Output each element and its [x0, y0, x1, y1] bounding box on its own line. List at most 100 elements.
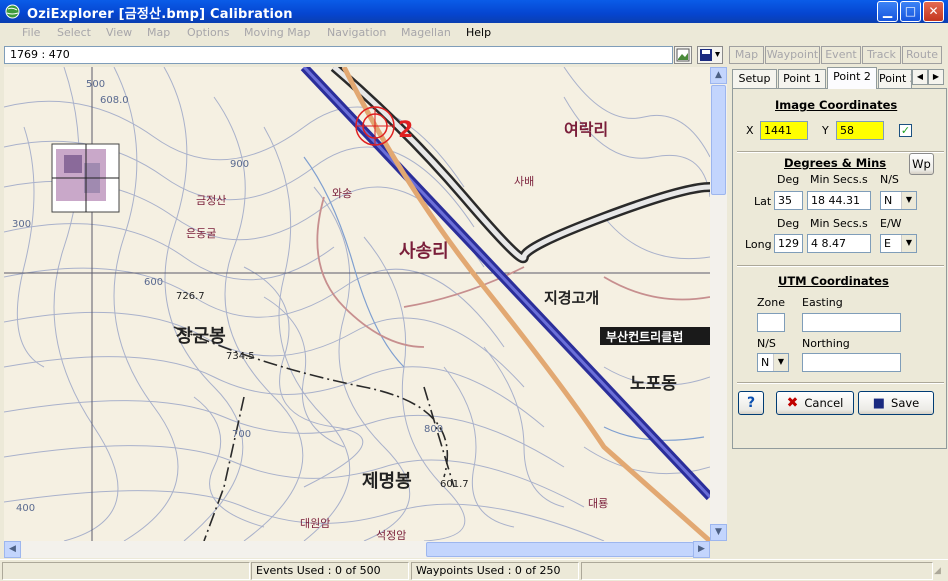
image-y-field[interactable]: 58	[836, 121, 884, 140]
resize-grip-icon[interactable]: ◢	[934, 566, 946, 578]
utm-ns-value: N	[761, 356, 770, 369]
calibration-panel: Setup Point 1 Point 2 Point 3 ◀ ▶ Image …	[730, 67, 948, 558]
map-label-busan-cc: 부산컨트리클럽	[606, 329, 683, 344]
app-globe-icon	[5, 4, 20, 19]
separator	[737, 265, 944, 267]
x-label: X	[746, 124, 754, 137]
map-label-nopodong: 노포동	[630, 374, 677, 394]
cancel-x-icon: ✖	[786, 395, 799, 411]
minimize-button[interactable]: ▁	[877, 1, 898, 22]
menu-select[interactable]: Select	[57, 26, 91, 39]
scroll-right-icon[interactable]: ▶	[693, 541, 710, 558]
elev-label: 601.7	[440, 479, 469, 490]
magnifier-preview	[51, 143, 120, 213]
status-panel-blank	[2, 562, 250, 580]
nav-map-button[interactable]: Map	[729, 46, 764, 64]
long-min-field[interactable]: 4 8.47	[807, 234, 871, 253]
title-bar[interactable]: OziExplorer [금정산.bmp] Calibration ▁ □ ✕	[0, 0, 948, 23]
elev-label: 726.7	[176, 291, 205, 302]
horizontal-scroll-thumb[interactable]	[426, 542, 694, 557]
menu-navigation[interactable]: Navigation	[327, 26, 386, 39]
menu-view[interactable]: View	[106, 26, 132, 39]
deg-mins-heading: Degrees & Mins	[784, 156, 887, 170]
menu-file[interactable]: File	[22, 26, 40, 39]
map-label-eundonggul: 은동굴	[186, 227, 216, 240]
utm-zone-field[interactable]	[757, 313, 785, 332]
status-events: Events Used : 0 of 500	[251, 562, 409, 580]
scroll-down-icon[interactable]: ▼	[710, 524, 727, 541]
cancel-label: Cancel	[804, 396, 844, 410]
window-title: OziExplorer [금정산.bmp] Calibration	[27, 7, 293, 22]
point-number-label: 2	[398, 118, 413, 143]
menu-help[interactable]: Help	[466, 26, 491, 39]
separator	[737, 382, 944, 384]
elev-label: 734.5	[226, 351, 255, 362]
scroll-left-icon[interactable]: ◀	[4, 541, 21, 558]
y-label: Y	[822, 124, 829, 137]
picture-icon	[676, 48, 690, 62]
nav-track-button[interactable]: Track	[862, 46, 901, 64]
tab-point-2[interactable]: Point 2	[827, 67, 877, 89]
menu-bar: File Select View Map Options Moving Map …	[0, 23, 948, 44]
map-vertical-scrollbar[interactable]: ▲ ▼	[710, 67, 727, 541]
waypoint-button[interactable]: Wp	[909, 153, 934, 175]
help-button[interactable]: ?	[738, 391, 764, 415]
close-button[interactable]: ✕	[923, 1, 944, 22]
map-label-sabae: 사배	[514, 175, 534, 188]
map-horizontal-scrollbar[interactable]: ◀ ▶	[4, 541, 710, 558]
utm-northing-field[interactable]	[802, 353, 901, 372]
menu-map[interactable]: Map	[147, 26, 170, 39]
menu-options[interactable]: Options	[187, 26, 229, 39]
tab-point-3[interactable]: Point 3	[878, 69, 912, 88]
cursor-coordinates: 1769 : 470	[4, 46, 673, 64]
cancel-button[interactable]: ✖ Cancel	[776, 391, 854, 415]
status-panel-blank	[581, 562, 933, 580]
save-button[interactable]: ■ Save	[858, 391, 934, 415]
ns-column-label: N/S	[880, 173, 899, 186]
oziexplorer-window: OziExplorer [금정산.bmp] Calibration ▁ □ ✕ …	[0, 0, 948, 581]
maximize-button[interactable]: □	[900, 1, 921, 22]
tab-scroll-right-icon[interactable]: ▶	[928, 69, 944, 85]
floppy-disk-icon	[700, 49, 720, 61]
scroll-up-icon[interactable]: ▲	[710, 67, 727, 84]
elev-label: 400	[16, 503, 35, 514]
tab-scroll-left-icon[interactable]: ◀	[912, 69, 928, 85]
long-deg-field[interactable]: 129	[774, 234, 803, 253]
vertical-scroll-thumb[interactable]	[711, 85, 726, 195]
deg-column-label: Deg	[777, 173, 800, 186]
elev-label: 900	[230, 159, 249, 170]
minimize-icon: ▁	[882, 4, 893, 18]
map-image-button[interactable]	[674, 46, 692, 64]
point-2-page: Image Coordinates X 1441 Y 58 ✓ Degrees …	[732, 88, 947, 449]
map-label-geumjeongsa: 금정산	[196, 194, 226, 207]
nav-event-button[interactable]: Event	[821, 46, 861, 64]
map-label-wasong: 와송	[332, 187, 352, 200]
tab-point-1[interactable]: Point 1	[778, 69, 826, 88]
lat-deg-field[interactable]: 35	[774, 191, 803, 210]
dropdown-arrow-icon: ▼	[773, 354, 788, 371]
status-waypoints: Waypoints Used : 0 of 250	[411, 562, 579, 580]
lat-min-field[interactable]: 18 44.31	[807, 191, 871, 210]
nav-waypoint-button[interactable]: Waypoint	[765, 46, 820, 64]
tab-setup[interactable]: Setup	[732, 69, 777, 88]
utm-ns-label: N/S	[757, 337, 776, 350]
menu-moving-map[interactable]: Moving Map	[244, 26, 310, 39]
checkmark-icon: ✓	[900, 124, 911, 137]
image-point-checkbox[interactable]: ✓	[899, 124, 912, 137]
menu-magellan[interactable]: Magellan	[401, 26, 451, 39]
save-label: Save	[891, 396, 920, 410]
utm-easting-field[interactable]	[802, 313, 901, 332]
utm-ns-select[interactable]: N ▼	[757, 353, 789, 372]
save-down-button[interactable]	[697, 46, 723, 64]
map-label-daewonam: 대원암	[300, 517, 330, 530]
tool-row: 1769 : 470 Map Waypoint Event Track Rout…	[0, 44, 948, 66]
long-hemisphere-select[interactable]: E ▼	[880, 234, 917, 253]
image-x-field[interactable]: 1441	[760, 121, 808, 140]
map-canvas[interactable]: 2 여락리 사송리 장군봉 제명봉 노포동 지경고개 부산컨트리클럽 금정산 은…	[4, 67, 710, 541]
deg-column-label: Deg	[777, 217, 800, 230]
status-bar: Events Used : 0 of 500 Waypoints Used : …	[0, 559, 948, 581]
lat-hemisphere-select[interactable]: N ▼	[880, 191, 917, 210]
long-label: Long	[745, 238, 772, 251]
nav-route-button[interactable]: Route	[902, 46, 942, 64]
ew-column-label: E/W	[880, 217, 902, 230]
